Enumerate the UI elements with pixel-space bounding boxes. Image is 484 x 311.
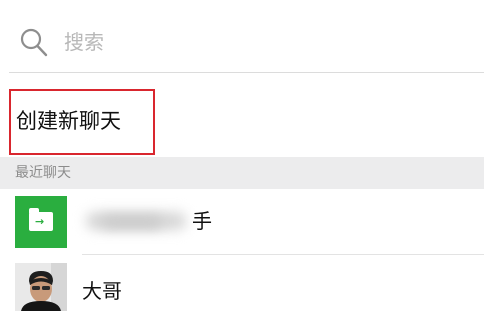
recent-section-header (0, 157, 484, 189)
obscured-contact-name (82, 208, 192, 234)
arrow-right-icon: → (35, 215, 45, 228)
folder-icon: → (29, 208, 53, 231)
page: 搜索 创建新聊天 最近聊天 → 手 大哥 (0, 0, 484, 311)
contact-row[interactable] (0, 189, 484, 254)
search-bar[interactable]: 搜索 (0, 0, 484, 72)
search-placeholder: 搜索 (64, 30, 104, 54)
avatar (15, 263, 67, 311)
person-photo-icon (15, 263, 67, 311)
search-icon (20, 28, 48, 57)
contact-name: 手 (192, 209, 212, 233)
contact-row[interactable] (0, 255, 484, 311)
recent-section-label: 最近聊天 (15, 165, 71, 181)
new-chat-label[interactable]: 创建新聊天 (16, 108, 121, 134)
file-transfer-icon: → (15, 196, 67, 248)
contact-name: 大哥 (82, 279, 122, 303)
